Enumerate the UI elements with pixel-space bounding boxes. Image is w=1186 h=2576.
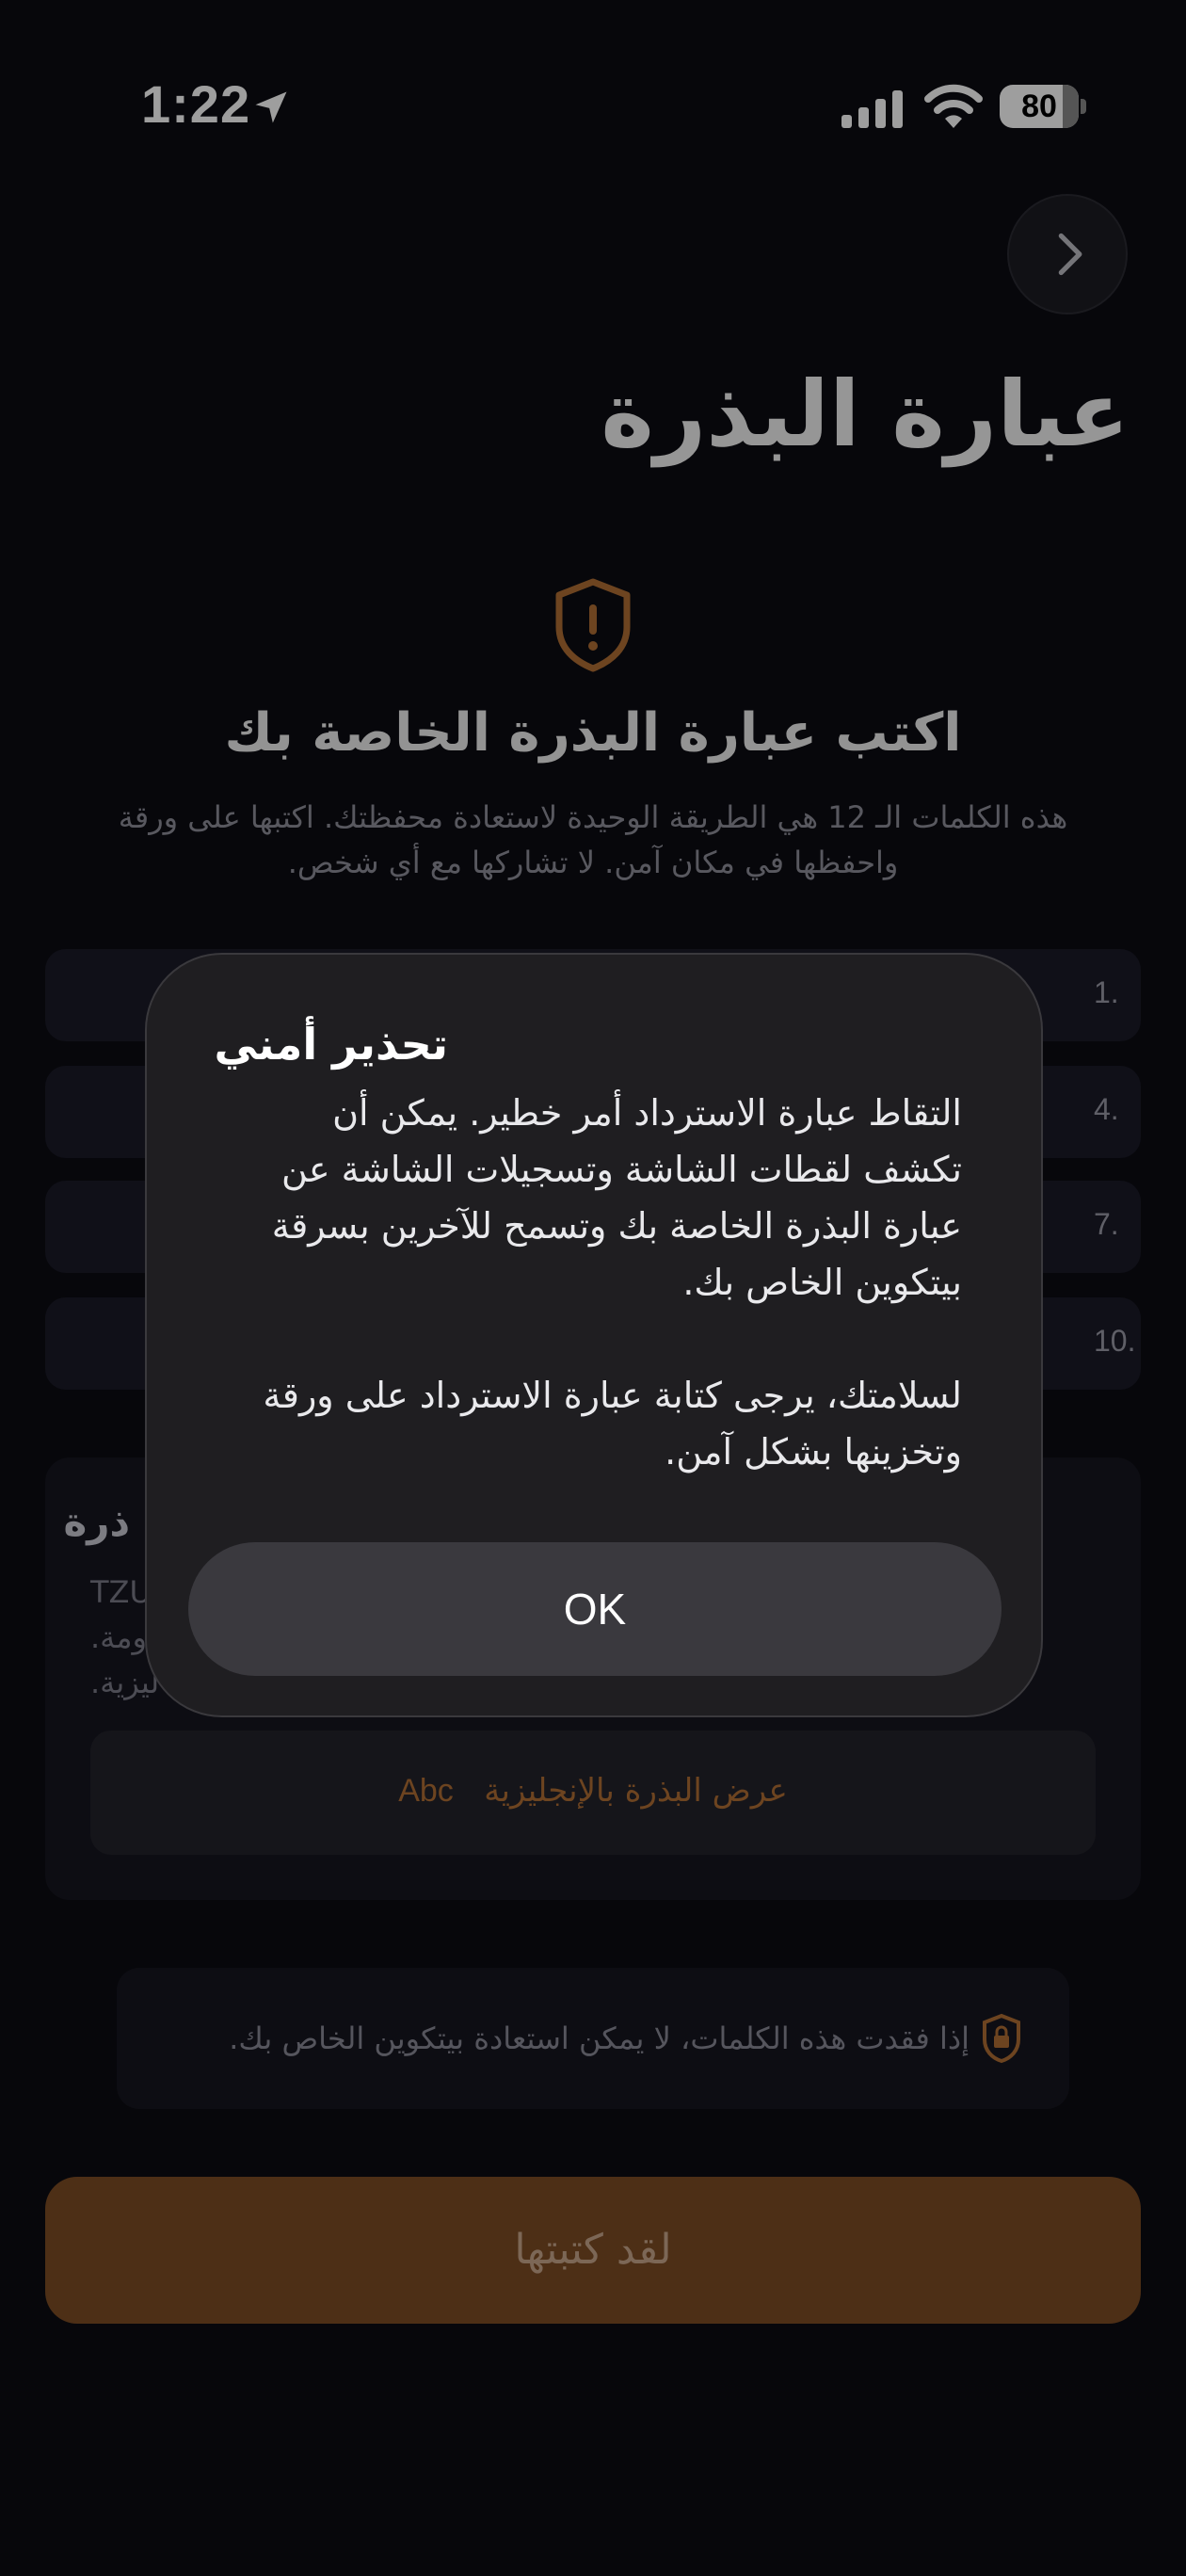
security-warning-alert: تحذير أمني التقاط عبارة الاسترداد أمر خط…: [145, 953, 1043, 1717]
alert-title: تحذير أمني: [214, 1019, 448, 1070]
ok-button-label: OK: [563, 1585, 627, 1634]
ok-button[interactable]: OK: [188, 1542, 1002, 1676]
alert-paragraph: لسلامتك، يرجى كتابة عبارة الاسترداد على …: [263, 1375, 962, 1473]
alert-paragraph: التقاط عبارة الاسترداد أمر خطير. يمكن أن…: [271, 1092, 962, 1303]
alert-body: التقاط عبارة الاسترداد أمر خطير. يمكن أن…: [228, 1085, 962, 1480]
